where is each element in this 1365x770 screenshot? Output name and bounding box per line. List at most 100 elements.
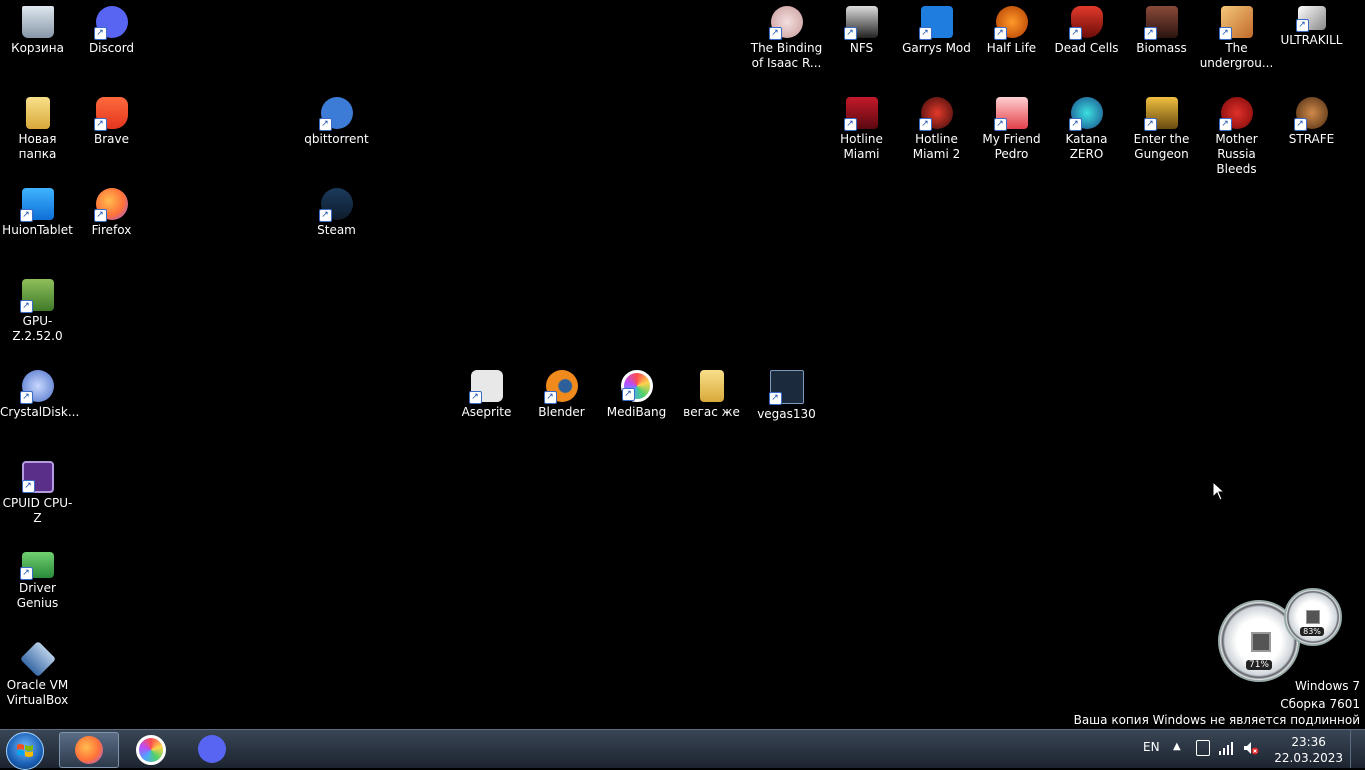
desktop-icon-virtualbox[interactable]: Oracle VM VirtualBox [0,637,75,708]
clock-time: 23:36 [1291,735,1326,749]
start-button[interactable] [6,732,44,770]
katana-zero-icon: ↗ [1068,97,1103,131]
desktop-icon-pedro[interactable]: ↗ My Friend Pedro [974,91,1049,162]
icon-label: CrystalDisk... [0,405,80,419]
icon-label: GPU-Z.2.52.0 [12,314,63,343]
icon-label: Корзина [11,41,64,55]
watermark-os-name: Windows 7 [1294,679,1360,693]
desktop-icon-hotline-miami[interactable]: ↗ Hotline Miami [824,91,899,162]
icon-label: vegas130 [757,407,816,421]
dead-cells-icon: ↗ [1068,6,1103,40]
gungeon-icon: ↗ [1143,97,1178,131]
desktop-icon-vegas130[interactable]: ↗ vegas130 [749,364,824,422]
desktop-icon-strafe[interactable]: ↗ STRAFE [1274,91,1349,147]
desktop-icon-vegas-folder[interactable]: вегас же [674,364,749,420]
desktop-icon-gungeon[interactable]: ↗ Enter the Gungeon [1124,91,1199,162]
desktop-icon-discord[interactable]: ↗ Discord [74,0,149,56]
ram-meter-gadget[interactable]: 83% [1284,588,1342,646]
desktop-icon-hotline-miami-2[interactable]: ↗ Hotline Miami 2 [899,91,974,162]
cpu-z-icon: ↗ [21,461,54,493]
desktop-icon-garrysmod[interactable]: ↗ Garrys Mod [899,0,974,56]
icon-label: The undergrou... [1199,41,1274,70]
desktop-icon-aseprite[interactable]: ↗ Aseprite [449,364,524,420]
icon-label: HuionTablet [2,223,73,237]
icon-label: Oracle VM VirtualBox [6,678,69,707]
gpu-z-icon: ↗ [19,279,54,313]
biomass-icon: ↗ [1143,6,1178,40]
desktop-icon-underground[interactable]: ↗ The undergrou... [1199,0,1274,71]
steam-icon: ↗ [318,188,353,222]
mouse-cursor-icon [1212,481,1226,501]
desktop-icon-gpuz[interactable]: ↗ GPU-Z.2.52.0 [0,273,75,344]
show-hidden-icons-button[interactable]: ▲ [1173,741,1181,752]
strafe-icon: ↗ [1293,97,1328,131]
icon-label: qbittorrent [304,132,369,146]
icon-label: Hotline Miami [840,132,883,161]
clock-date: 22.03.2023 [1274,751,1343,765]
aseprite-icon: ↗ [468,370,503,404]
icon-label: MediBang [606,405,667,419]
icon-label: ULTRAKILL [1280,33,1343,47]
medibang-icon: ↗ [620,370,653,402]
desktop-icon-katana-zero[interactable]: ↗ Katana ZERO [1049,91,1124,162]
hotline-miami-2-icon: ↗ [918,97,953,131]
desktop-icon-crystaldisk[interactable]: ↗ CrystalDisk... [0,364,80,420]
icon-label: The Binding of Isaac R... [750,41,823,70]
desktop-icon-new-folder[interactable]: Новая папка [0,91,75,162]
icon-label: NFS [849,41,874,55]
desktop-icon-blender[interactable]: ↗ Blender [524,364,599,420]
taskbar: EN ▲ 23:36 22.03.2023 [0,729,1365,770]
taskbar-app-firefox[interactable] [59,732,119,768]
windows-logo-icon [17,744,33,757]
icon-label: Garrys Mod [902,41,971,55]
gmod-icon: ↗ [918,6,953,40]
desktop-icon-ultrakill[interactable]: ↗ ULTRAKILL [1274,0,1349,48]
desktop-icon-recycle-bin[interactable]: Корзина [0,0,75,56]
ram-chip-icon [1306,610,1320,624]
taskbar-app-discord[interactable] [183,732,241,766]
icon-label: Steam [317,223,356,237]
system-clock[interactable]: 23:36 22.03.2023 [1274,734,1343,766]
driver-genius-icon: ↗ [19,552,54,580]
desktop-icon-qbittorrent[interactable]: ↗ qbittorrent [299,91,374,147]
vegas-icon: ↗ [768,370,804,405]
hotline-miami-icon: ↗ [843,97,878,131]
icon-label: Brave [93,132,129,146]
icon-label: CPUID CPU-Z [2,496,73,525]
desktop-icon-brave[interactable]: ↗ Brave [74,91,149,147]
action-center-icon[interactable] [1196,740,1210,756]
icon-label: Biomass [1136,41,1187,55]
desktop-icon-medibang[interactable]: ↗ MediBang [599,364,674,420]
desktop-icon-steam[interactable]: ↗ Steam [299,182,374,238]
show-desktop-button[interactable] [1350,730,1365,768]
discord-icon [198,735,226,763]
cpu-percent: 71% [1246,660,1272,670]
firefox-icon [75,736,103,764]
cpu-chip-icon [1251,632,1271,652]
desktop-icon-nfs[interactable]: ↗ NFS [824,0,899,56]
desktop-icon-firefox[interactable]: ↗ Firefox [74,182,149,238]
volume-muted-icon[interactable] [1243,741,1259,755]
crystaldisk-icon: ↗ [19,370,54,404]
desktop-icon-isaac[interactable]: ↗ The Binding of Isaac R... [749,0,824,71]
folder-icon [699,370,724,402]
desktop-icon-cpuz[interactable]: ↗ CPUID CPU-Z [0,455,75,526]
desktop-icon-drivergenius[interactable]: ↗ Driver Genius [0,546,75,611]
icon-label: Discord [88,41,135,55]
blender-icon: ↗ [543,370,578,404]
desktop-icon-huiontablet[interactable]: ↗ HuionTablet [0,182,75,238]
taskbar-app-medibang[interactable] [121,732,179,766]
icon-label: Driver Genius [16,581,59,610]
network-icon[interactable] [1218,741,1234,755]
icon-label: Half Life [986,41,1037,55]
desktop-icon-deadcells[interactable]: ↗ Dead Cells [1049,0,1124,56]
desktop-icon-halflife[interactable]: ↗ Half Life [974,0,1049,56]
folder-icon [25,97,50,129]
language-indicator[interactable]: EN [1143,740,1160,754]
desktop-icon-biomass[interactable]: ↗ Biomass [1124,0,1199,56]
isaac-icon: ↗ [768,6,803,40]
icon-label: Katana ZERO [1065,132,1108,161]
half-life-icon: ↗ [993,6,1028,40]
desktop-icon-mother-russia[interactable]: ↗ Mother Russia Bleeds [1199,91,1274,177]
icon-label: Firefox [91,223,132,237]
